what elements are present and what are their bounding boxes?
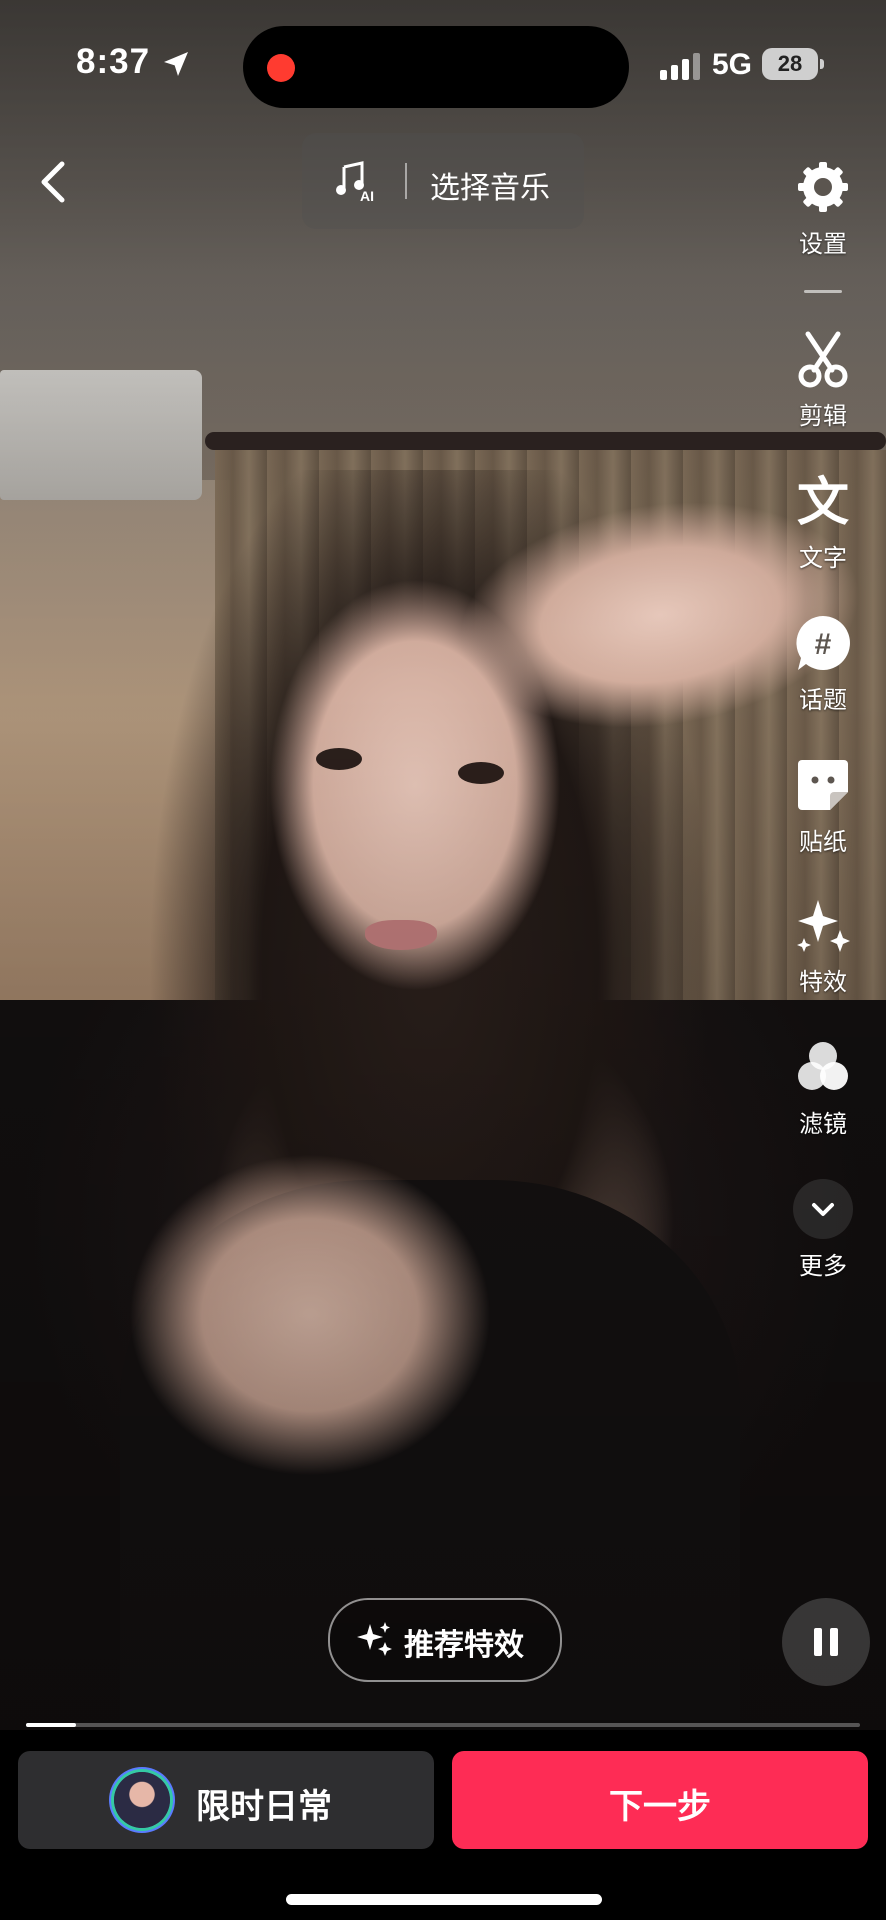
next-step-label: 下一步 — [609, 1788, 711, 1826]
pause-button[interactable] — [782, 1598, 870, 1686]
network-type: 5G — [712, 48, 753, 81]
tool-label: 更多 — [799, 1253, 847, 1280]
tool-label: 话题 — [799, 687, 847, 714]
tool-more[interactable]: 更多 — [778, 1178, 868, 1281]
tool-label: 设置 — [799, 231, 847, 258]
next-step-button[interactable]: 下一步 — [452, 1751, 868, 1849]
recommend-effects-label: 推荐特效 — [404, 1629, 524, 1662]
svg-text:文: 文 — [797, 473, 849, 532]
playback-progress[interactable] — [26, 1723, 860, 1727]
select-music-button[interactable]: AI 选择音乐 — [302, 133, 584, 229]
tool-topic[interactable]: # 话题 — [778, 612, 868, 715]
gear-icon — [798, 162, 848, 212]
tool-filter[interactable]: 滤镜 — [778, 1036, 868, 1139]
recommend-effects-button[interactable]: 推荐特效 — [328, 1598, 562, 1682]
status-time: 8:37 — [76, 42, 151, 81]
toolbar-divider — [804, 290, 842, 293]
sticker-icon — [798, 760, 848, 810]
playback-progress-fill — [26, 1723, 77, 1727]
hashtag-icon: # — [796, 616, 850, 670]
cellular-signal-icon — [660, 52, 702, 80]
tool-edit[interactable]: 剪辑 — [778, 328, 868, 431]
chevron-down-icon — [793, 1179, 853, 1239]
tool-label: 滤镜 — [799, 1111, 847, 1138]
tool-effects[interactable]: 特效 — [778, 894, 868, 997]
avatar — [114, 1772, 170, 1828]
status-bar: 8:37 5G 28 — [0, 0, 886, 130]
svg-text:#: # — [815, 628, 832, 661]
tool-label: 剪辑 — [799, 403, 847, 430]
music-divider — [405, 163, 407, 199]
tool-label: 贴纸 — [799, 829, 847, 856]
sparkle-icon — [357, 1622, 392, 1656]
tool-sticker[interactable]: 贴纸 — [778, 754, 868, 857]
tool-settings[interactable]: 设置 — [778, 156, 868, 259]
music-ai-icon: AI — [336, 161, 374, 203]
limited-daily-button[interactable]: 限时日常 — [18, 1751, 434, 1849]
recording-indicator-icon — [267, 54, 295, 82]
scissors-icon — [798, 331, 848, 388]
back-button[interactable] — [28, 152, 78, 212]
dynamic-island — [243, 26, 629, 108]
select-music-label: 选择音乐 — [430, 172, 550, 205]
filter-icon — [798, 1042, 848, 1090]
video-preview[interactable] — [0, 0, 886, 1730]
battery-icon: 28 — [762, 48, 824, 80]
pause-icon — [814, 1628, 822, 1656]
svg-text:AI: AI — [360, 188, 374, 203]
limited-daily-label: 限时日常 — [196, 1788, 332, 1826]
tool-text[interactable]: 文 文字 — [778, 470, 868, 573]
bottom-bar: 限时日常 下一步 — [0, 1730, 886, 1920]
home-indicator[interactable] — [286, 1894, 602, 1905]
sparkle-icon — [797, 900, 850, 952]
tool-label: 特效 — [799, 969, 847, 996]
location-arrow-icon — [164, 52, 188, 76]
text-icon: 文 — [797, 473, 849, 532]
video-overlay-gradient — [0, 0, 886, 1730]
tool-label: 文字 — [799, 545, 847, 572]
